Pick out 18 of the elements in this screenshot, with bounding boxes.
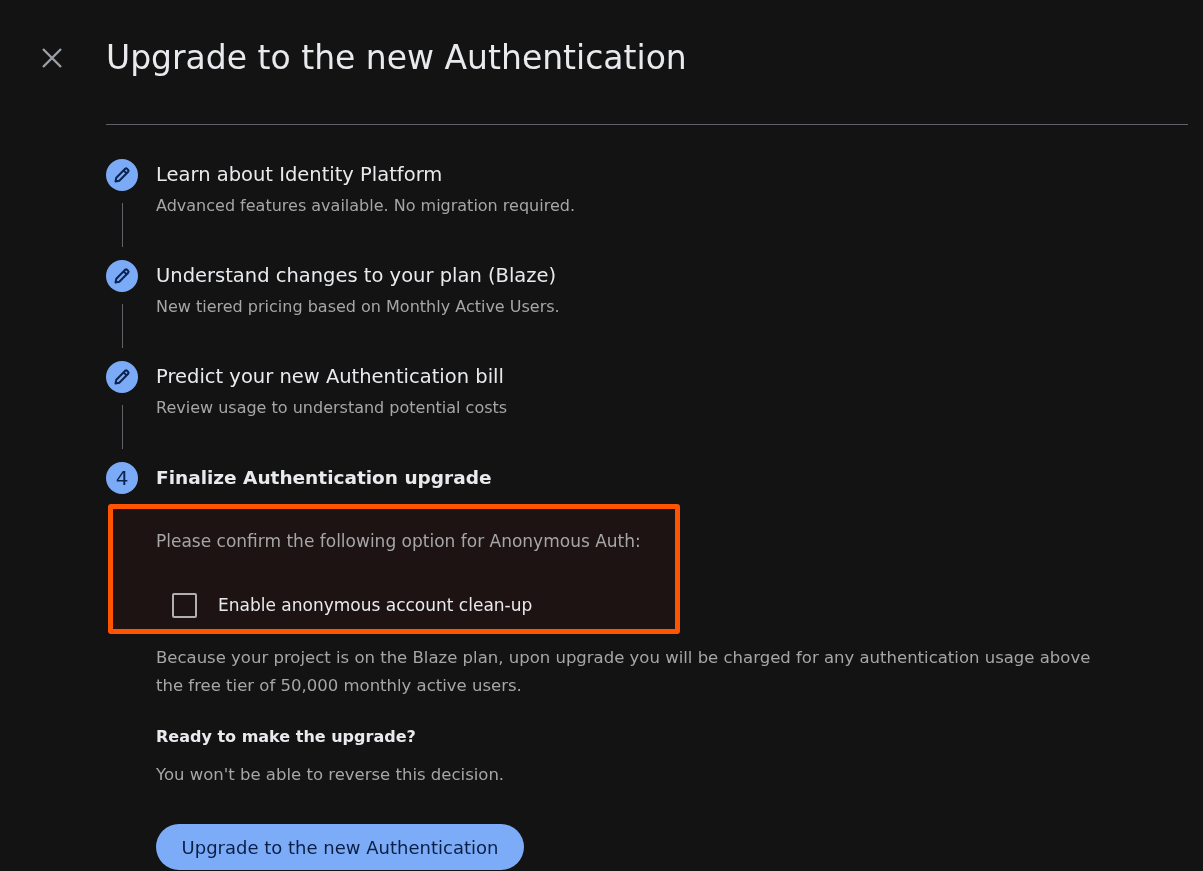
step-description: New tiered pricing based on Monthly Active Users. xyxy=(156,296,560,318)
confirm-prompt: Please confirm the following option for Anonymous Auth: xyxy=(156,530,642,553)
step-number: 4 xyxy=(106,462,138,494)
close-button[interactable] xyxy=(40,46,64,70)
step-title: Understand changes to your plan (Blaze) xyxy=(156,263,558,289)
step-description: Review usage to understand potential costs xyxy=(156,397,508,419)
step-title: Predict your new Authentication bill xyxy=(156,364,505,390)
checkbox-label: Enable anonymous account clean-up xyxy=(218,595,533,615)
close-icon xyxy=(42,48,62,68)
checkbox[interactable] xyxy=(172,592,197,618)
step-description: Advanced features available. No migration required. xyxy=(156,195,575,217)
warning-text: You won't be able to reverse this decision. xyxy=(156,764,506,786)
upgrade-button[interactable]: Upgrade to the new Authentication xyxy=(156,824,524,870)
question-heading: Ready to make the upgrade? xyxy=(156,726,417,748)
step-title: Learn about Identity Platform xyxy=(156,162,444,188)
dialog-title: Upgrade to the new Authentication xyxy=(106,37,688,79)
billing-notice: Because your project is on the Blaze plan, upon upgrade you will be charged for any authentication usage above the free tier of 50,000 monthly active users. xyxy=(156,647,1092,697)
step-title: Finalize Authentication upgrade xyxy=(156,466,492,490)
